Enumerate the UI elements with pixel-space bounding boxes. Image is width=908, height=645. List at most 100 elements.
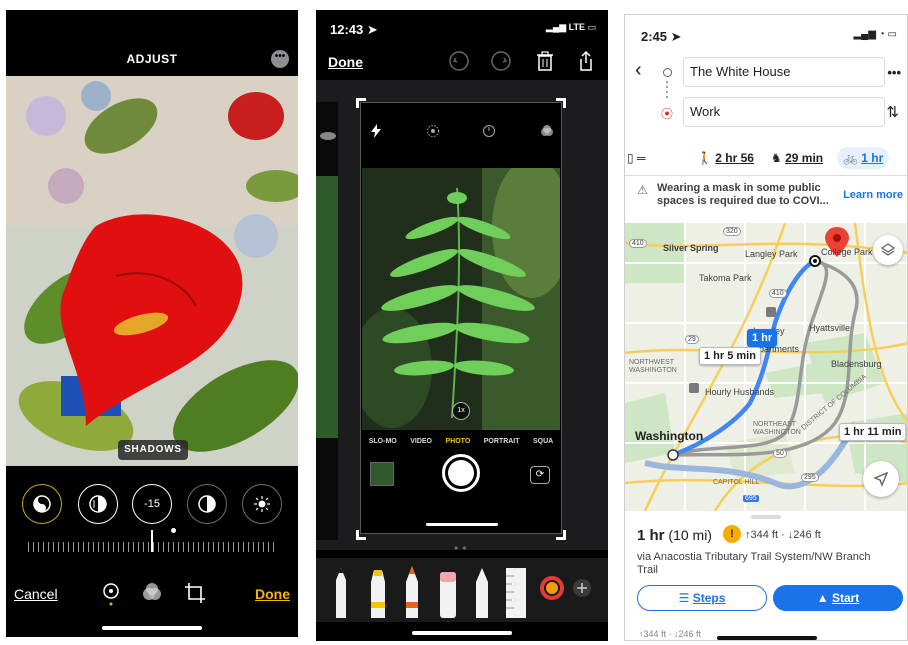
status-time-text: 2:45 xyxy=(641,29,668,44)
timer-icon xyxy=(483,125,495,137)
mode-portrait: PORTRAIT xyxy=(483,438,520,445)
photos-bottom-bar: Cancel Done xyxy=(6,576,298,616)
live-photo-icon xyxy=(427,125,439,137)
sun-icon xyxy=(254,496,270,512)
done-button[interactable]: Done xyxy=(328,54,363,70)
status-time-text: 12:43 xyxy=(330,22,364,37)
camera-top-controls xyxy=(362,122,560,142)
map-label-langley-park: Langley Park xyxy=(745,249,798,259)
crop-corner-tl[interactable] xyxy=(356,98,366,108)
layers-button[interactable] xyxy=(873,235,903,265)
route-duration: 1 hr (10 mi) xyxy=(637,527,712,544)
ride-time: 29 min xyxy=(785,151,824,165)
swap-icon[interactable]: ⇅ xyxy=(886,103,899,121)
adjust-title: ADJUST xyxy=(126,52,178,66)
map-label-silver-spring: Silver Spring xyxy=(663,243,719,253)
pen-tool-icon xyxy=(336,568,346,618)
ride-mode-tab[interactable]: ♞ 29 min xyxy=(771,147,823,169)
ellipsis-icon[interactable]: ••• xyxy=(271,50,289,68)
origin-circle-icon xyxy=(663,68,672,77)
start-button[interactable]: ▲ Start xyxy=(773,585,903,611)
map-label-bladensburg: Bladensburg xyxy=(831,359,882,369)
cancel-button[interactable]: Cancel xyxy=(14,586,58,602)
adjust-header: ADJUST ••• xyxy=(6,10,298,76)
markup-tool-tray xyxy=(316,558,608,622)
navigation-arrow-icon xyxy=(873,471,889,487)
alt-route-time-2[interactable]: 1 hr 11 min xyxy=(839,423,907,441)
brightness-tool-button[interactable] xyxy=(242,484,282,524)
learn-more-link[interactable]: Learn more xyxy=(843,189,903,201)
start-label: Start xyxy=(831,591,860,605)
photos-adjust-screen: ADJUST ••• SHADOWS -15 Cancel Done xyxy=(6,10,298,637)
undo-icon[interactable] xyxy=(448,50,470,72)
sheet-drag-handle[interactable] xyxy=(751,515,781,519)
route-via: via Anacostia Tributary Trail System/NW … xyxy=(637,551,871,576)
route-map[interactable]: Silver Spring Langley Park College Park … xyxy=(625,223,907,511)
crop-corner-tr[interactable] xyxy=(556,98,566,108)
elevation-summary: ↑344 ft · ↓246 ft xyxy=(745,529,821,541)
photo-preview xyxy=(6,76,298,466)
shutter-button xyxy=(442,454,480,492)
done-button[interactable]: Done xyxy=(255,586,290,602)
walk-mode-tab[interactable]: 🚶 2 hr 56 xyxy=(697,147,754,169)
back-arrow-icon[interactable]: ‹ xyxy=(635,59,642,82)
trash-icon[interactable] xyxy=(534,50,556,72)
status-time: 2:45 ➤ xyxy=(641,29,682,44)
filters-icon[interactable] xyxy=(139,580,165,606)
map-label-northwest-washington: NORTHWEST WASHINGTON xyxy=(629,359,677,374)
map-label-takoma-park: Takoma Park xyxy=(699,273,752,283)
route-shield-29: 29 xyxy=(685,335,699,344)
crop-rotate-icon[interactable] xyxy=(182,580,208,606)
brilliance-tool-button[interactable] xyxy=(22,484,62,524)
destination-pin-icon: ⦿ xyxy=(661,107,674,121)
last-photo-thumbnail xyxy=(370,462,394,486)
add-tool-icon xyxy=(573,579,591,597)
bike-time: 1 hr xyxy=(861,151,884,165)
route-shield-695: 695 xyxy=(743,495,759,502)
route-dots xyxy=(666,81,668,101)
transit-mode-icon[interactable]: ▯ ═ xyxy=(627,147,645,169)
shadows-tool-button[interactable]: -15 xyxy=(132,484,172,524)
tool-name-label: SHADOWS xyxy=(118,440,188,460)
route-shield-320: 320 xyxy=(723,227,741,236)
zoom-button[interactable]: 1x xyxy=(452,402,470,420)
layers-icon xyxy=(880,243,896,256)
home-indicator xyxy=(412,631,512,635)
maps-directions-screen: 2:45 ➤ ▂▄▆ ◔ ▭ ‹ ⦿ The White House Work … xyxy=(624,14,908,641)
viewfinder-image xyxy=(362,168,560,430)
mode-slomo: SLO-MO xyxy=(368,438,397,445)
warning-triangle-icon: ⚠ xyxy=(637,183,648,197)
adjust-dial-icon[interactable] xyxy=(98,580,124,606)
share-icon[interactable] xyxy=(575,50,597,72)
route-shield-50: 50 xyxy=(773,449,787,458)
pencil-tool-icon xyxy=(406,566,418,618)
map-label-college-park: College Park xyxy=(821,247,873,257)
divider xyxy=(625,175,907,176)
more-options-icon[interactable]: ••• xyxy=(887,65,901,80)
flip-camera-icon: ⟳ xyxy=(530,466,550,484)
redo-icon[interactable] xyxy=(490,50,512,72)
steps-button[interactable]: ☰ Steps xyxy=(637,585,767,611)
steps-label: Steps xyxy=(692,591,726,605)
crop-corner-bl[interactable] xyxy=(356,530,366,540)
adjacent-screenshot-preview xyxy=(316,102,338,540)
destination-input[interactable]: Work xyxy=(683,97,885,127)
home-indicator xyxy=(102,626,202,630)
status-indicators: ▂▄▆ ◔ ▭ xyxy=(853,29,897,40)
highlights-tool-button[interactable] xyxy=(78,484,118,524)
eraser-tool-icon xyxy=(440,572,456,618)
fern-photo xyxy=(362,168,560,430)
alt-route-time-1[interactable]: 1 hr 5 min xyxy=(699,347,761,365)
crop-corner-br[interactable] xyxy=(556,530,566,540)
route-shield-410a: 410 xyxy=(629,239,647,248)
bike-mode-tab[interactable]: 🚲 1 hr xyxy=(837,147,890,169)
adjust-value: -15 xyxy=(144,498,160,510)
adjust-slider[interactable] xyxy=(28,542,276,552)
recenter-button[interactable] xyxy=(863,461,899,497)
selected-route-time[interactable]: 1 hr xyxy=(747,329,778,347)
markup-screenshot-screen: 12:43 ➤ ▂▄▆ LTE ▭ Done 1x SLO-MO VIDEO P… xyxy=(316,10,608,641)
map-label-hourly-husbands: Hourly Husbands xyxy=(705,387,775,397)
origin-input[interactable]: The White House xyxy=(683,57,885,87)
mode-square: SQUA xyxy=(533,438,554,445)
contrast-tool-button[interactable] xyxy=(187,484,227,524)
